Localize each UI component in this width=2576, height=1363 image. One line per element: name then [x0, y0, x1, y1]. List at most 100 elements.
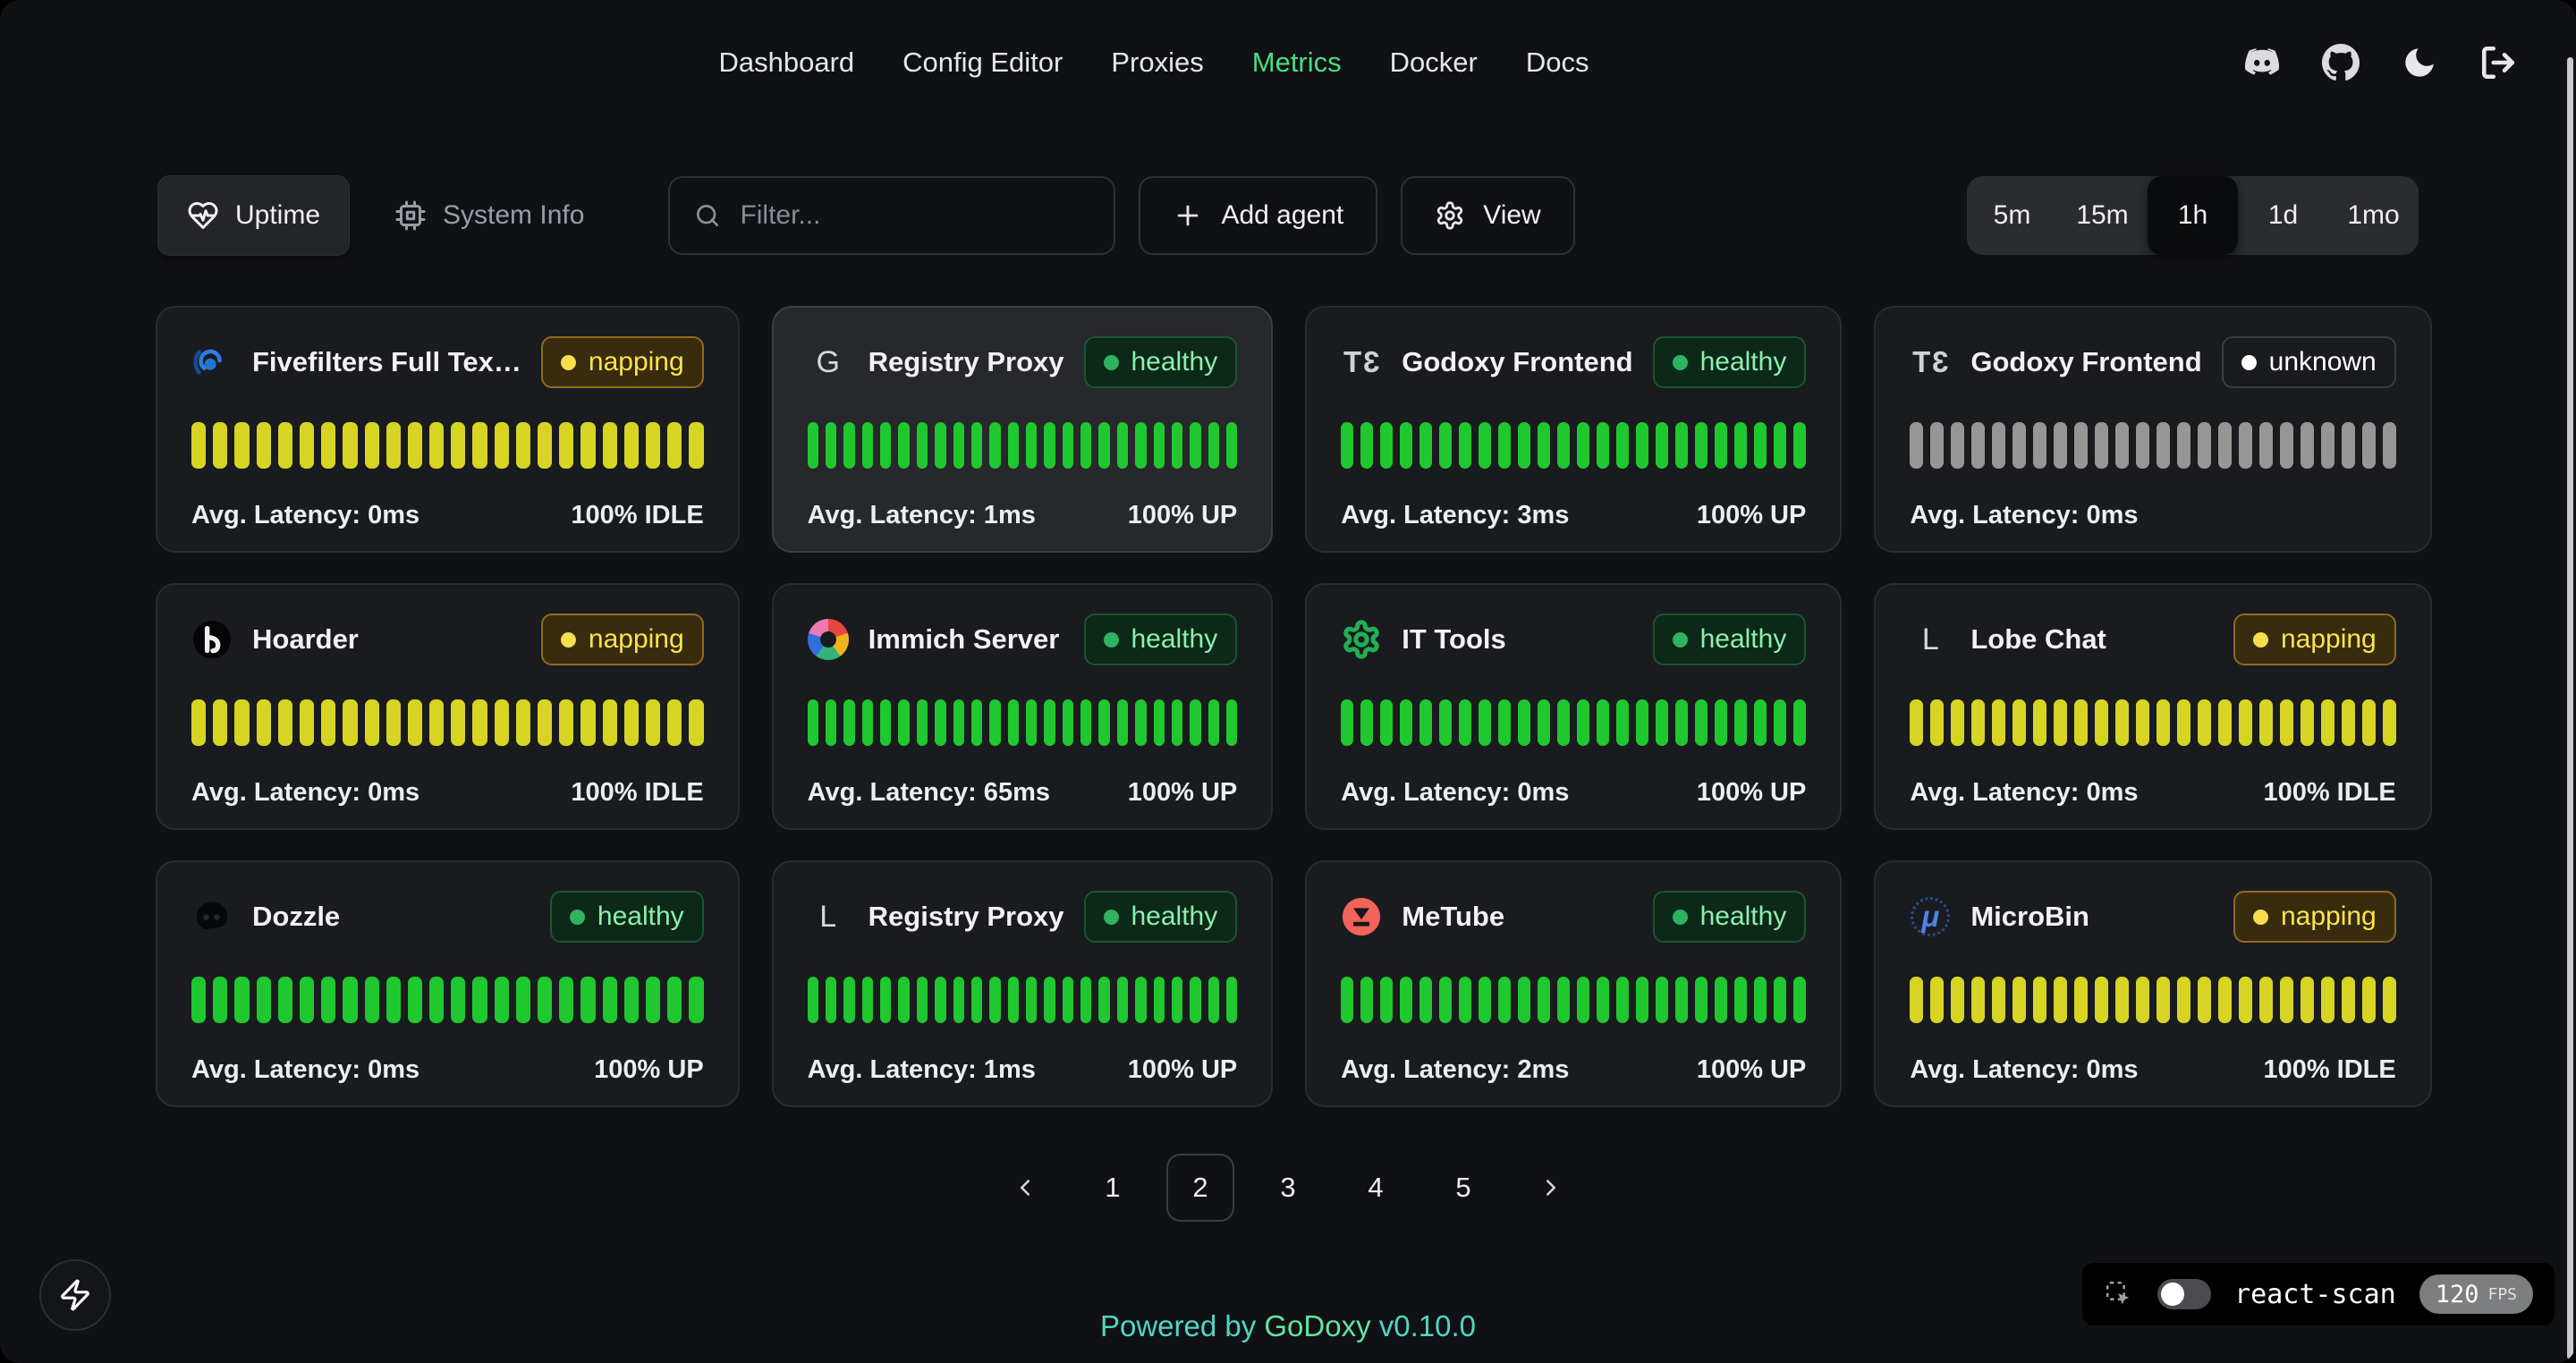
uptime-bar: [880, 977, 891, 1023]
time-range-1d[interactable]: 1d: [2238, 176, 2328, 255]
service-card-metube[interactable]: MeTubehealthyAvg. Latency: 2ms100% UP: [1305, 860, 1842, 1107]
service-title: IT Tools: [1402, 623, 1506, 656]
uptime-bar: [2259, 699, 2273, 746]
time-range-1h[interactable]: 1h: [2148, 176, 2238, 255]
uptime-bar: [538, 977, 552, 1023]
card-footer: Avg. Latency: 1ms100% UP: [808, 501, 1238, 530]
toggle-knob: [2161, 1283, 2184, 1306]
service-card-dozzle[interactable]: DozzlehealthyAvg. Latency: 0ms100% UP: [156, 860, 740, 1107]
nav-item-metrics[interactable]: Metrics: [1252, 47, 1342, 79]
uptime-bar: [646, 977, 660, 1023]
uptime-bar: [1754, 977, 1767, 1023]
page-button-4[interactable]: 4: [1342, 1154, 1410, 1222]
service-card-registry-proxy[interactable]: LRegistry ProxyhealthyAvg. Latency: 1ms1…: [772, 860, 1274, 1107]
next-page-button[interactable]: [1517, 1154, 1585, 1222]
moon-icon[interactable]: [2401, 44, 2438, 81]
uptime-bar: [1597, 699, 1609, 746]
uptime-bar: [1360, 422, 1373, 469]
uptime-bar: [603, 977, 617, 1023]
time-range-15m[interactable]: 15m: [2057, 176, 2148, 255]
time-range-5m[interactable]: 5m: [1967, 176, 2057, 255]
nav-item-dashboard[interactable]: Dashboard: [719, 47, 855, 79]
card-header: IT Toolshealthy: [1341, 614, 1806, 665]
service-card-it-tools[interactable]: IT ToolshealthyAvg. Latency: 0ms100% UP: [1305, 583, 1842, 830]
uptime-bar: [1793, 699, 1806, 746]
uptime-bar: [862, 977, 873, 1023]
service-card-hoarder[interactable]: HoardernappingAvg. Latency: 0ms100% IDLE: [156, 583, 740, 830]
service-card-immich-server[interactable]: Immich ServerhealthyAvg. Latency: 65ms10…: [772, 583, 1274, 830]
react-scan-widget: react-scan 120 FPS: [2082, 1263, 2555, 1325]
uptime-bar: [1793, 977, 1806, 1023]
github-icon[interactable]: [2322, 44, 2360, 81]
nav-item-config-editor[interactable]: Config Editor: [902, 47, 1063, 79]
status-dot: [1673, 910, 1688, 925]
status-label: unknown: [2269, 347, 2377, 377]
uptime-bar: [2074, 699, 2088, 746]
time-range-1mo[interactable]: 1mo: [2328, 176, 2419, 255]
uptime-bars: [808, 422, 1238, 469]
tab-uptime[interactable]: Uptime: [157, 175, 350, 256]
add-agent-button[interactable]: Add agent: [1139, 176, 1377, 255]
version-text: v0.10.0: [1379, 1309, 1476, 1342]
uptime-bar: [898, 422, 909, 469]
uptime-bar: [1910, 699, 1923, 746]
uptime-percent: 100% UP: [1128, 1055, 1238, 1085]
service-card-registry-proxy[interactable]: GRegistry Proxyhealthy Avg. Latency: 1ms1…: [772, 306, 1274, 553]
uptime-bar: [1754, 422, 1767, 469]
uptime-bar: [1098, 699, 1109, 746]
uptime-bars: [1910, 977, 2395, 1023]
tab-system-info[interactable]: System Info: [366, 176, 613, 255]
view-button[interactable]: View: [1401, 176, 1574, 255]
uptime-bar: [2054, 699, 2067, 746]
service-card-godoxy-frontend[interactable]: T3Godoxy FrontendunknownAvg. Latency: 0m…: [1874, 306, 2431, 553]
status-dot: [1104, 355, 1119, 370]
card-header: T3Godoxy Frontendhealthy: [1341, 336, 1806, 388]
react-scan-toggle[interactable]: [2157, 1279, 2211, 1309]
uptime-bar: [689, 699, 703, 746]
page-button-1[interactable]: 1: [1079, 1154, 1147, 1222]
page-button-2[interactable]: 2: [1166, 1154, 1234, 1222]
uptime-bar: [2136, 977, 2149, 1023]
uptime-bar: [1063, 699, 1073, 746]
uptime-bar: [559, 699, 573, 746]
uptime-bar: [1715, 977, 1727, 1023]
metrics-tabs: UptimeSystem Info: [157, 175, 613, 256]
card-header: Fivefilters Full Tex…napping: [191, 336, 704, 388]
card-header: GRegistry Proxyhealthy: [808, 336, 1238, 388]
uptime-bar: [472, 699, 487, 746]
uptime-bar: [1616, 699, 1629, 746]
discord-icon[interactable]: [2243, 44, 2281, 81]
logout-icon[interactable]: [2479, 44, 2517, 81]
nav-item-proxies[interactable]: Proxies: [1111, 47, 1203, 79]
uptime-bar: [386, 699, 401, 746]
uptime-bar: [1557, 977, 1570, 1023]
service-card-lobe-chat[interactable]: LLobe ChatnappingAvg. Latency: 0ms100% I…: [1874, 583, 2431, 830]
page-button-5[interactable]: 5: [1429, 1154, 1497, 1222]
filter-input[interactable]: [738, 199, 1090, 232]
uptime-bars: [1910, 422, 2395, 469]
godoxy-link[interactable]: GoDoxy: [1264, 1309, 1370, 1342]
uptime-bar: [1538, 422, 1550, 469]
uptime-bar: [2218, 699, 2232, 746]
t3-icon: T3: [1910, 342, 1951, 383]
service-card-fivefilters-full-tex[interactable]: Fivefilters Full Tex…nappingAvg. Latency…: [156, 306, 740, 553]
service-card-microbin[interactable]: μMicroBinnappingAvg. Latency: 0ms100% ID…: [1874, 860, 2431, 1107]
service-card-godoxy-frontend[interactable]: T3Godoxy FrontendhealthyAvg. Latency: 3m…: [1305, 306, 1842, 553]
prev-page-button[interactable]: [991, 1154, 1059, 1222]
scrollbar[interactable]: [2567, 57, 2573, 1359]
uptime-bar: [1208, 977, 1219, 1023]
uptime-bar: [321, 977, 335, 1023]
uptime-bar: [2033, 699, 2046, 746]
heart-pulse-icon: [187, 199, 219, 232]
uptime-bar: [1208, 699, 1219, 746]
uptime-bar: [2383, 699, 2396, 746]
uptime-bar: [1636, 977, 1648, 1023]
uptime-bar: [2218, 977, 2232, 1023]
page-button-3[interactable]: 3: [1254, 1154, 1322, 1222]
nav-item-docker[interactable]: Docker: [1390, 47, 1478, 79]
nav-item-docs[interactable]: Docs: [1526, 47, 1589, 79]
uptime-bar: [862, 422, 873, 469]
status-label: napping: [2281, 624, 2377, 655]
service-title: Godoxy Frontend: [1970, 346, 2201, 378]
service-title: MicroBin: [1970, 901, 2089, 933]
